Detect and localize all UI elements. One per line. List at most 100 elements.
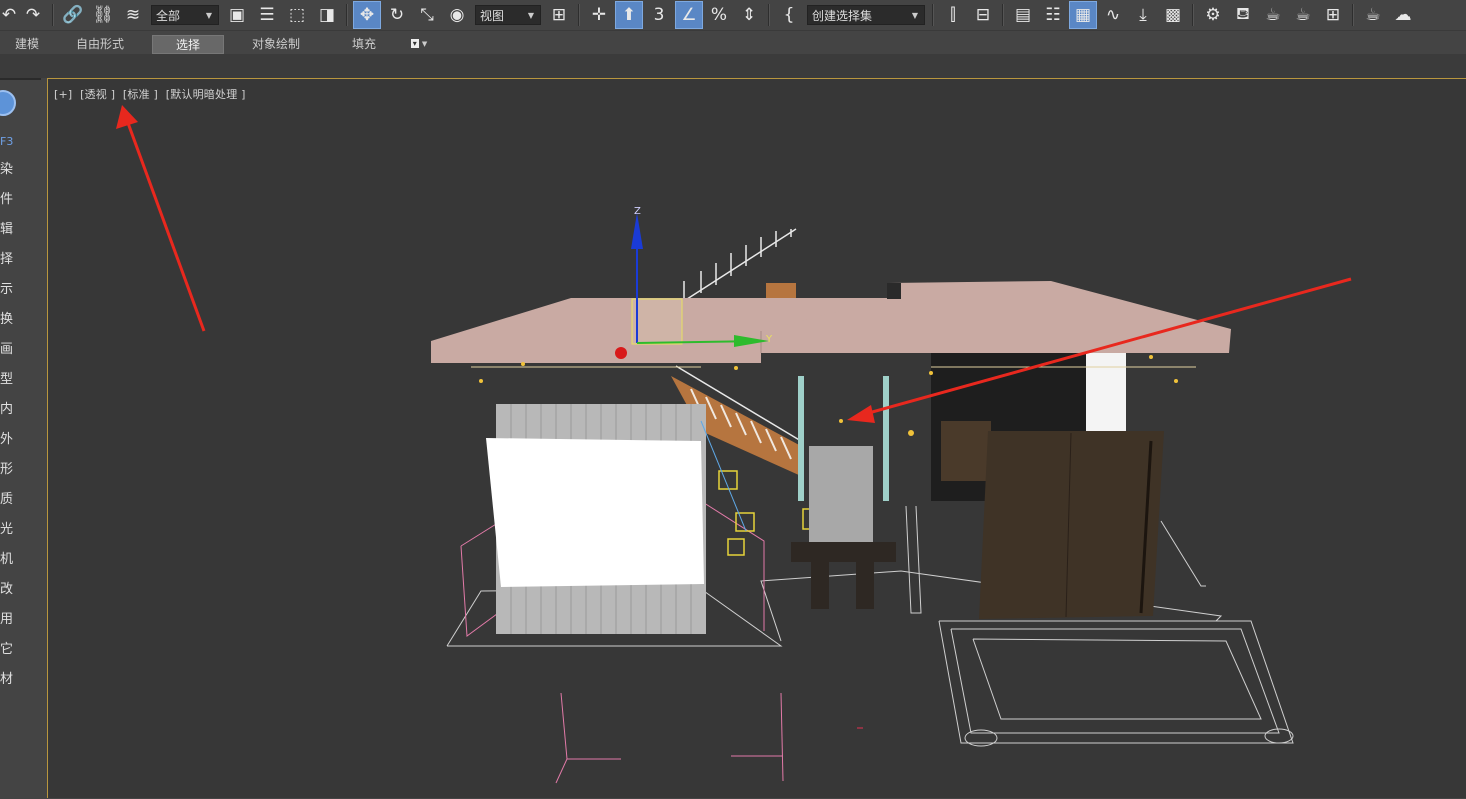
column xyxy=(798,376,804,501)
selection-filter-dropdown[interactable]: 全部 ▼ xyxy=(151,5,219,25)
undo-icon[interactable]: ↶ xyxy=(0,1,18,29)
reference-coordinate-value: 视图 xyxy=(480,8,505,23)
keyboard-shortcut-override-icon[interactable]: ⬆ xyxy=(615,1,643,29)
tab-object-paint[interactable]: 对象绘制 xyxy=(242,35,310,52)
tab-label: 建模 xyxy=(14,37,39,51)
chevron-down-icon: ▼ xyxy=(527,10,534,20)
scene-explorer-icon[interactable]: ▤ xyxy=(1008,1,1038,29)
render-iterative-icon[interactable]: ☕ xyxy=(1288,1,1318,29)
chevron-down-icon: ▼ xyxy=(911,10,918,20)
align-icon[interactable]: ⊟ xyxy=(968,1,998,29)
command-panel-item[interactable]: 画 xyxy=(0,342,20,358)
toolbar-separator xyxy=(1192,4,1194,26)
fridge xyxy=(809,446,873,542)
command-panel-item[interactable]: 染 xyxy=(0,162,20,178)
white-wall-panel xyxy=(1086,351,1126,431)
command-panel-item[interactable]: 件 xyxy=(0,192,20,208)
selection-filter-value: 全部 xyxy=(156,8,181,23)
edit-named-selection-sets-icon[interactable]: { xyxy=(774,1,804,29)
tab-label: 填充 xyxy=(351,37,376,51)
command-panel-item[interactable]: 择 xyxy=(0,252,20,268)
rendered-frame-window-icon[interactable]: ⛾ xyxy=(1228,1,1258,29)
material-editor-icon[interactable]: ▩ xyxy=(1158,1,1188,29)
ribbon-options-icon: ▾ xyxy=(410,39,419,48)
command-panel-item[interactable]: 换 xyxy=(0,312,20,328)
tab-freeform[interactable]: 自由形式 xyxy=(66,35,134,52)
select-and-move-icon[interactable]: ✥ xyxy=(353,1,381,29)
command-panel-item[interactable]: 它 xyxy=(0,642,20,658)
annotation-arrow-label xyxy=(116,105,206,332)
bind-to-space-warp-icon[interactable]: ≋ xyxy=(118,1,148,29)
rectangular-selection-region-icon[interactable]: ⬚ xyxy=(282,1,312,29)
window-crossing-icon[interactable]: ◨ xyxy=(312,1,342,29)
named-selection-set-dropdown[interactable]: 创建选择集 ▼ xyxy=(807,5,925,25)
tab-label: 自由形式 xyxy=(75,37,124,51)
toolbar-separator xyxy=(578,4,580,26)
dining-set xyxy=(941,421,991,481)
spinner-snap-toggle-icon[interactable]: ⇕ xyxy=(734,1,764,29)
snaps-toggle-label: 3 xyxy=(653,5,665,25)
render-setup-icon[interactable]: ⚙ xyxy=(1198,1,1228,29)
command-panel: F3 染件辑择示换画型内外形质光机改用它材 xyxy=(0,78,41,798)
column xyxy=(883,376,889,501)
command-panel-item[interactable]: 用 xyxy=(0,612,20,628)
named-selection-set-value: 创建选择集 xyxy=(812,8,873,23)
percent-snap-toggle-icon[interactable]: % xyxy=(704,1,734,29)
render-in-cloud-icon[interactable]: ☕ xyxy=(1358,1,1388,29)
command-panel-item[interactable]: 形 xyxy=(0,462,20,478)
command-panel-logo-icon[interactable] xyxy=(0,90,16,116)
white-panel xyxy=(486,438,704,587)
mirror-icon[interactable]: ⫿ xyxy=(938,1,968,29)
unlink-selection-icon[interactable]: ⛓ xyxy=(88,1,118,29)
select-and-rotate-icon[interactable]: ↻ xyxy=(382,1,412,29)
toolbar-separator xyxy=(346,4,348,26)
select-manipulate-icon[interactable]: ✛ xyxy=(584,1,614,29)
select-object-icon[interactable]: ▣ xyxy=(222,1,252,29)
chevron-down-icon: ▼ xyxy=(421,39,428,48)
ceiling-slab-right xyxy=(761,281,1231,353)
chevron-down-icon: ▼ xyxy=(205,10,212,20)
cloud-icon[interactable]: ☁ xyxy=(1388,1,1418,29)
ribbon-panel-collapsed xyxy=(0,54,1466,78)
curve-editor-icon[interactable]: ∿ xyxy=(1098,1,1128,29)
command-panel-item[interactable]: 型 xyxy=(0,372,20,388)
side-table-top xyxy=(791,542,896,562)
select-and-place-icon[interactable]: ◉ xyxy=(442,1,472,29)
command-panel-item[interactable]: 光 xyxy=(0,522,20,538)
stair-step xyxy=(766,283,796,299)
angle-snap-toggle-icon[interactable]: ∠ xyxy=(675,1,703,29)
schematic-view-icon[interactable]: ⤓ xyxy=(1128,1,1158,29)
reference-coordinate-dropdown[interactable]: 视图 ▼ xyxy=(475,5,541,25)
command-panel-item[interactable]: 辑 xyxy=(0,222,20,238)
ribbon-options-button[interactable]: ▾ ▼ xyxy=(404,35,434,52)
layer-explorer-icon[interactable]: ☷ xyxy=(1038,1,1068,29)
perspective-viewport[interactable]: [+] [透视 ] [标准 ] [默认明暗处理 ] Z Y xyxy=(47,78,1466,798)
render-production-icon[interactable]: ☕ xyxy=(1258,1,1288,29)
toolbar-separator xyxy=(52,4,54,26)
command-panel-item[interactable]: 示 xyxy=(0,282,20,298)
command-panel-item[interactable]: 改 xyxy=(0,582,20,598)
main-toolbar: ↶ ↷ 🔗 ⛓ ≋ 全部 ▼ ▣ ☰ ⬚ ◨ ✥ ↻ ⤡ ◉ 视图 ▼ ⊞ ✛ ⬆ … xyxy=(0,0,1466,30)
tab-label: 对象绘制 xyxy=(251,37,300,51)
command-panel-item[interactable]: 材 xyxy=(0,672,20,688)
toolbar-separator xyxy=(1002,4,1004,26)
redo-icon[interactable]: ↷ xyxy=(18,1,48,29)
tab-selection[interactable]: 选择 xyxy=(152,35,224,54)
command-panel-item[interactable]: 机 xyxy=(0,552,20,568)
select-and-scale-icon[interactable]: ⤡ xyxy=(412,1,442,29)
toolbar-separator xyxy=(1352,4,1354,26)
toolbar-separator xyxy=(768,4,770,26)
tab-populate[interactable]: 填充 xyxy=(340,35,388,52)
command-panel-item[interactable]: 内 xyxy=(0,402,20,418)
toggle-ribbon-icon[interactable]: ▦ xyxy=(1069,1,1097,29)
command-panel-item[interactable]: 质 xyxy=(0,492,20,508)
tab-modeling[interactable]: 建模 xyxy=(4,35,50,52)
render-layout-icon[interactable]: ⊞ xyxy=(1318,1,1348,29)
select-by-name-icon[interactable]: ☰ xyxy=(252,1,282,29)
pivot-point-center-icon[interactable]: ⊞ xyxy=(544,1,574,29)
select-and-link-icon[interactable]: 🔗 xyxy=(58,1,88,29)
scene-render: Z Y xyxy=(116,105,1352,784)
snaps-toggle-icon[interactable]: 3 xyxy=(644,1,674,29)
command-panel-shortcut: F3 xyxy=(0,135,14,148)
command-panel-item[interactable]: 外 xyxy=(0,432,20,448)
